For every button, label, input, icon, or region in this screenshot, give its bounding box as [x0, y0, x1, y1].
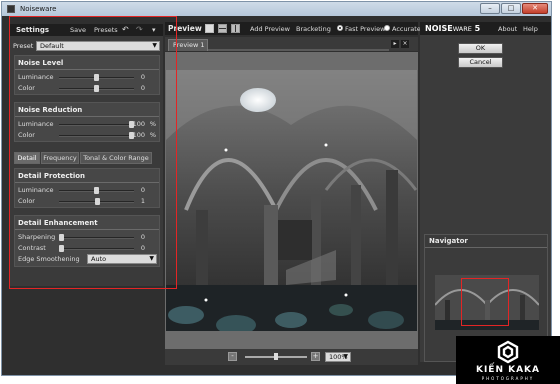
app-icon	[7, 5, 15, 13]
navigator-thumbnail[interactable]	[435, 275, 539, 330]
navigator-title: Navigator	[429, 237, 468, 245]
watermark-name: KIẾN KAKA	[475, 365, 540, 375]
chevron-right-icon[interactable]: ▸	[391, 40, 399, 48]
about-link[interactable]: About	[498, 25, 517, 33]
tab-underline	[208, 49, 389, 51]
highlight-box	[9, 16, 177, 289]
preview-tab-bar: Preview 1 ▸ ×	[165, 37, 418, 51]
watermark: KIẾN KAKA PHOTOGRAPHY	[456, 336, 560, 384]
aperture-icon	[497, 340, 519, 364]
preview-stage	[165, 52, 418, 349]
brand-logo: NOISEWARE 5	[425, 24, 480, 33]
help-link[interactable]: Help	[523, 25, 538, 33]
close-button[interactable]: ✕	[522, 3, 548, 14]
zoom-handle[interactable]	[274, 353, 278, 360]
zoom-in-button[interactable]: +	[311, 352, 320, 361]
zoom-bar: - + 100% ▼	[165, 349, 418, 365]
accurate-label: Accurate	[392, 25, 421, 33]
maximize-button[interactable]: □	[501, 3, 521, 14]
brand-version: 5	[474, 24, 481, 33]
zoom-select[interactable]: 100% ▼	[325, 352, 351, 362]
single-view-icon[interactable]	[205, 24, 214, 33]
preview-image[interactable]	[166, 70, 417, 331]
chevron-down-icon: ▼	[343, 353, 348, 360]
right-panel: NOISEWARE 5 About Help OK Cancel Navigat…	[420, 22, 551, 362]
preview-toolbar: Preview Add Preview Bracketing Fast Prev…	[165, 22, 421, 35]
window-title: Noiseware	[20, 5, 57, 13]
fast-preview-label: Fast Preview	[345, 25, 386, 33]
cathedral-photo	[166, 70, 417, 331]
watermark-sub: PHOTOGRAPHY	[481, 376, 535, 381]
divider	[425, 247, 547, 248]
split-vertical-icon[interactable]	[231, 24, 240, 33]
add-preview-button[interactable]: Add Preview	[250, 25, 290, 33]
zoom-out-button[interactable]: -	[228, 352, 237, 361]
accurate-radio[interactable]	[384, 25, 390, 31]
ok-button[interactable]: OK	[458, 43, 503, 54]
split-horizontal-icon[interactable]	[218, 24, 227, 33]
brand-bar: NOISEWARE 5 About Help	[420, 22, 551, 35]
fast-preview-radio[interactable]	[337, 25, 343, 31]
title-bar: Noiseware – □ ✕	[2, 2, 551, 16]
navigator-viewport[interactable]	[461, 278, 509, 326]
bracketing-button[interactable]: Bracketing	[296, 25, 331, 33]
cancel-button[interactable]: Cancel	[458, 57, 503, 68]
close-preview-icon[interactable]: ×	[401, 40, 409, 48]
minimize-button[interactable]: –	[480, 3, 500, 14]
brand-name-rest: WARE	[452, 25, 472, 33]
brand-name-bold: NOISE	[425, 24, 453, 33]
